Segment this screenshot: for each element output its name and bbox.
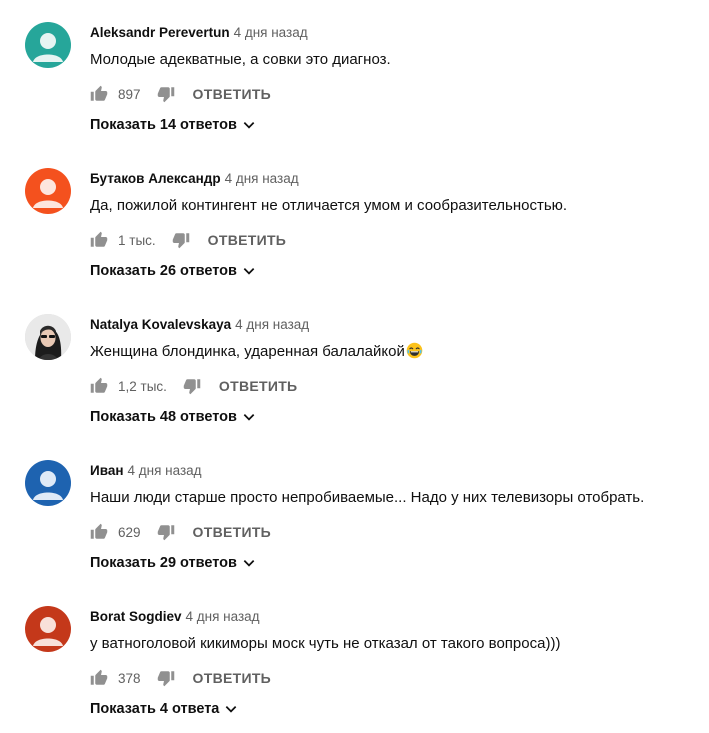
- like-count: 1,2 тыс.: [118, 378, 167, 394]
- avatar[interactable]: [25, 606, 71, 652]
- chevron-down-icon: [243, 122, 255, 129]
- reply-button[interactable]: ОТВЕТИТЬ: [193, 524, 272, 540]
- show-replies-label: Показать 14 ответов: [90, 117, 237, 133]
- thumbs-down-icon[interactable]: [157, 523, 175, 541]
- reply-button[interactable]: ОТВЕТИТЬ: [208, 232, 287, 248]
- default-avatar-icon: [25, 168, 71, 214]
- comment-thread: Иван 4 дня назад Наши люди старше просто …: [0, 438, 709, 584]
- avatar[interactable]: [25, 22, 71, 68]
- default-avatar-icon: [25, 22, 71, 68]
- thumbs-up-icon[interactable]: [90, 523, 108, 541]
- avatar[interactable]: [25, 168, 71, 214]
- comment-author[interactable]: Natalya Kovalevskaya: [90, 317, 231, 332]
- show-replies-label: Показать 48 ответов: [90, 409, 237, 425]
- comment-author[interactable]: Borat Sogdiev: [90, 609, 182, 624]
- like-count: 1 тыс.: [118, 232, 156, 248]
- comment-thread: Бутаков Александр 4 дня назад Да, пожилой…: [0, 146, 709, 292]
- show-replies-label: Показать 26 ответов: [90, 263, 237, 279]
- comment-actions: 897 ОТВЕТИТЬ: [90, 84, 271, 104]
- comment-actions: 378 ОТВЕТИТЬ: [90, 668, 271, 688]
- comment-author[interactable]: Иван: [90, 463, 124, 478]
- comment-thread: Borat Sogdiev 4 дня назад у ватноголовой …: [0, 584, 709, 730]
- comment-text: Женщина блондинка, ударенная балалайкой: [90, 341, 423, 362]
- avatar[interactable]: [25, 314, 71, 360]
- show-replies-label: Показать 29 ответов: [90, 555, 237, 571]
- face-with-tears-of-joy-icon: [406, 342, 423, 359]
- thumbs-up-icon[interactable]: [90, 85, 108, 103]
- comment-actions: 1,2 тыс. ОТВЕТИТЬ: [90, 376, 297, 396]
- like-count: 378: [118, 670, 141, 686]
- comment-thread: Natalya Kovalevskaya 4 дня назад Женщина …: [0, 292, 709, 438]
- comment-timestamp[interactable]: 4 дня назад: [234, 25, 308, 40]
- comment-text: Молодые адекватные, а совки это диагноз.: [90, 51, 391, 68]
- comment-actions: 1 тыс. ОТВЕТИТЬ: [90, 230, 286, 250]
- show-replies-label: Показать 4 ответа: [90, 701, 220, 717]
- show-replies-button[interactable]: Показать 14 ответов: [90, 117, 256, 133]
- default-avatar-icon: [25, 606, 71, 652]
- comment-actions: 629 ОТВЕТИТЬ: [90, 522, 271, 542]
- comment-timestamp[interactable]: 4 дня назад: [225, 171, 299, 186]
- profile-photo-avatar: [25, 314, 71, 360]
- avatar[interactable]: [25, 460, 71, 506]
- reply-button[interactable]: ОТВЕТИТЬ: [193, 86, 272, 102]
- thumbs-down-icon[interactable]: [157, 669, 175, 687]
- chevron-down-icon: [243, 560, 255, 567]
- comment-text: у ватноголовой кикиморы моск чуть не отк…: [90, 635, 561, 652]
- thumbs-down-icon[interactable]: [172, 231, 190, 249]
- comment-timestamp[interactable]: 4 дня назад: [235, 317, 309, 332]
- thumbs-down-icon[interactable]: [183, 377, 201, 395]
- chevron-down-icon: [243, 414, 255, 421]
- show-replies-button[interactable]: Показать 26 ответов: [90, 263, 256, 279]
- show-replies-button[interactable]: Показать 29 ответов: [90, 555, 256, 571]
- comment-text-body: Женщина блондинка, ударенная балалайкой: [90, 343, 405, 360]
- comment-thread: Aleksandr Perevertun 4 дня назад Молодые …: [0, 0, 709, 146]
- comment-text: Наши люди старше просто непробиваемые...…: [90, 489, 645, 506]
- reply-button[interactable]: ОТВЕТИТЬ: [219, 378, 298, 394]
- chevron-down-icon: [243, 268, 255, 275]
- like-count: 629: [118, 524, 141, 540]
- thumbs-up-icon[interactable]: [90, 231, 108, 249]
- default-avatar-icon: [25, 460, 71, 506]
- comment-timestamp[interactable]: 4 дня назад: [128, 463, 202, 478]
- show-replies-button[interactable]: Показать 48 ответов: [90, 409, 256, 425]
- thumbs-down-icon[interactable]: [157, 85, 175, 103]
- comment-author[interactable]: Бутаков Александр: [90, 171, 221, 186]
- reply-button[interactable]: ОТВЕТИТЬ: [193, 670, 272, 686]
- comment-timestamp[interactable]: 4 дня назад: [186, 609, 260, 624]
- comment-author[interactable]: Aleksandr Perevertun: [90, 25, 230, 40]
- show-replies-button[interactable]: Показать 4 ответа: [90, 701, 238, 717]
- chevron-down-icon: [226, 706, 237, 713]
- thumbs-up-icon[interactable]: [90, 669, 108, 687]
- comment-text: Да, пожилой контингент не отличается умо…: [90, 197, 568, 214]
- like-count: 897: [118, 86, 141, 102]
- thumbs-up-icon[interactable]: [90, 377, 108, 395]
